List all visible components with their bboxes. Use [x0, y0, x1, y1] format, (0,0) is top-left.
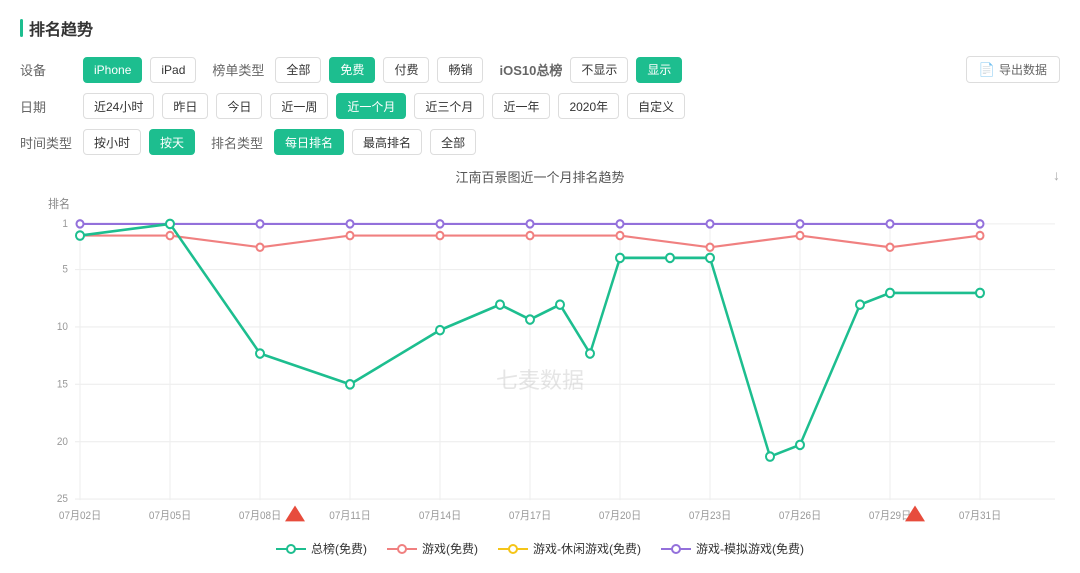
- chart-title: 江南百景图近一个月排名趋势: [20, 167, 1060, 186]
- legend-line-red: [387, 544, 417, 554]
- legend-casual-free: 游戏-休闲游戏(免费): [498, 540, 641, 557]
- export-label: 导出数据: [999, 61, 1047, 78]
- btn-bestseller[interactable]: 畅销: [437, 57, 483, 83]
- legend-sim-free: 游戏-模拟游戏(免费): [661, 540, 804, 557]
- svg-text:07月11日: 07月11日: [329, 510, 370, 522]
- btn-ipad[interactable]: iPad: [150, 57, 196, 83]
- btn-1month[interactable]: 近一个月: [336, 93, 406, 119]
- btn-highest-rank[interactable]: 最高排名: [352, 129, 422, 155]
- svg-text:15: 15: [57, 379, 68, 390]
- btn-iphone[interactable]: iPhone: [83, 57, 142, 83]
- device-filter-row: 设备 iPhone iPad 榜单类型 全部 免费 付费 畅销 iOS10总榜 …: [20, 56, 1060, 83]
- legend-total-free: 总榜(免费): [276, 540, 367, 557]
- export-button[interactable]: 📄 导出数据: [966, 56, 1060, 83]
- svg-text:1: 1: [62, 219, 68, 230]
- btn-daily-rank[interactable]: 每日排名: [274, 129, 344, 155]
- rank-type-label: 排名类型: [211, 133, 266, 152]
- export-icon: 📄: [979, 62, 995, 78]
- btn-all-rank[interactable]: 全部: [430, 129, 476, 155]
- legend-label-total: 总榜(免费): [311, 540, 367, 557]
- legend-line-yellow: [498, 544, 528, 554]
- date-label: 日期: [20, 97, 75, 116]
- svg-text:07月29日: 07月29日: [869, 510, 911, 522]
- chart-container: 七麦数据 排名 1 5 10 15 20 25: [20, 192, 1060, 532]
- legend-label-game: 游戏(免费): [422, 540, 478, 557]
- btn-ios10-show[interactable]: 显示: [636, 57, 682, 83]
- btn-1week[interactable]: 近一周: [270, 93, 328, 119]
- btn-by-hour[interactable]: 按小时: [83, 129, 141, 155]
- btn-today[interactable]: 今日: [216, 93, 262, 119]
- btn-ios10-hide[interactable]: 不显示: [570, 57, 628, 83]
- svg-text:排名: 排名: [48, 197, 70, 211]
- btn-custom[interactable]: 自定义: [627, 93, 685, 119]
- svg-text:07月08日: 07月08日: [239, 510, 281, 522]
- svg-text:5: 5: [62, 265, 68, 276]
- btn-1year[interactable]: 近一年: [492, 93, 550, 119]
- time-type-label: 时间类型: [20, 133, 75, 152]
- legend-label-sim: 游戏-模拟游戏(免费): [696, 540, 804, 557]
- legend-label-casual: 游戏-休闲游戏(免费): [533, 540, 641, 557]
- chart-legend: 总榜(免费) 游戏(免费) 游戏-休闲游戏(免费) 游戏-模拟游戏(免费): [20, 540, 1060, 557]
- btn-2020[interactable]: 2020年: [558, 93, 619, 119]
- svg-text:07月23日: 07月23日: [689, 510, 731, 522]
- legend-line-green: [276, 544, 306, 554]
- btn-24h[interactable]: 近24小时: [83, 93, 154, 119]
- device-label: 设备: [20, 60, 75, 79]
- svg-text:25: 25: [57, 494, 68, 505]
- btn-yesterday[interactable]: 昨日: [162, 93, 208, 119]
- svg-text:07月05日: 07月05日: [149, 510, 191, 522]
- legend-game-free: 游戏(免费): [387, 540, 478, 557]
- time-type-filter-row: 时间类型 按小时 按天 排名类型 每日排名 最高排名 全部: [20, 129, 1060, 155]
- btn-3month[interactable]: 近三个月: [414, 93, 484, 119]
- chart-section: 江南百景图近一个月排名趋势 ↓ 七麦数据 排名 1 5 10 15 20 2: [20, 167, 1060, 557]
- page-title: 排名趋势: [20, 16, 1060, 40]
- svg-text:07月17日: 07月17日: [509, 510, 551, 522]
- ios10-label: iOS10总榜: [499, 60, 562, 79]
- svg-text:10: 10: [57, 322, 68, 333]
- svg-text:07月02日: 07月02日: [59, 510, 101, 522]
- svg-text:07月14日: 07月14日: [419, 510, 461, 522]
- list-type-label: 榜单类型: [212, 60, 267, 79]
- download-icon[interactable]: ↓: [1053, 167, 1060, 183]
- btn-free[interactable]: 免费: [329, 57, 375, 83]
- ranking-chart: 排名 1 5 10 15 20 25: [20, 192, 1060, 532]
- svg-text:07月31日: 07月31日: [959, 510, 1001, 522]
- btn-all-list[interactable]: 全部: [275, 57, 321, 83]
- svg-text:07月26日: 07月26日: [779, 510, 821, 522]
- date-filter-row: 日期 近24小时 昨日 今日 近一周 近一个月 近三个月 近一年 2020年 自…: [20, 93, 1060, 119]
- svg-text:20: 20: [57, 437, 68, 448]
- legend-line-purple: [661, 544, 691, 554]
- btn-paid[interactable]: 付费: [383, 57, 429, 83]
- svg-text:07月20日: 07月20日: [599, 510, 641, 522]
- btn-by-day[interactable]: 按天: [149, 129, 195, 155]
